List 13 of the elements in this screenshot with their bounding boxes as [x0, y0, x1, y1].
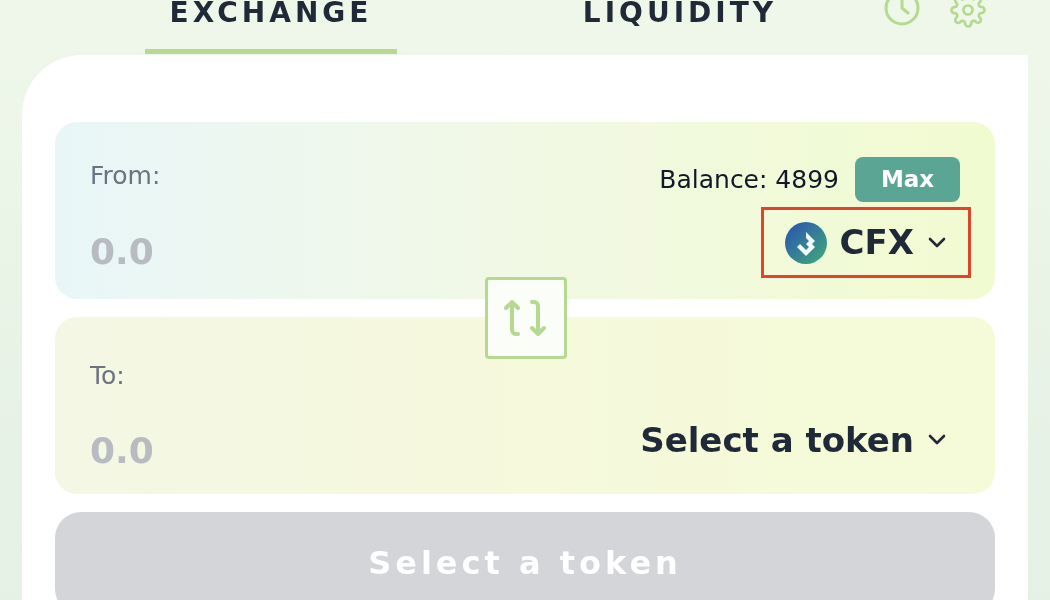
- amount-field[interactable]: 0.0: [90, 424, 390, 479]
- amount-field[interactable]: 0.0: [90, 224, 390, 279]
- chevron-down-icon: [926, 235, 948, 250]
- tab[interactable]: LIQUIDITY: [550, 0, 810, 54]
- token-selector[interactable]: Select a token: [617, 404, 971, 476]
- token-logo-icon: [783, 220, 828, 265]
- to-label: To:: [90, 359, 126, 392]
- from-label: From:: [90, 160, 162, 192]
- clock-icon[interactable]: [882, 0, 922, 28]
- token-selector[interactable]: CFX: [760, 207, 971, 278]
- settings-icon[interactable]: [948, 0, 988, 28]
- swap-button[interactable]: [485, 277, 567, 359]
- balance-text: Balance: 4899: [659, 163, 839, 196]
